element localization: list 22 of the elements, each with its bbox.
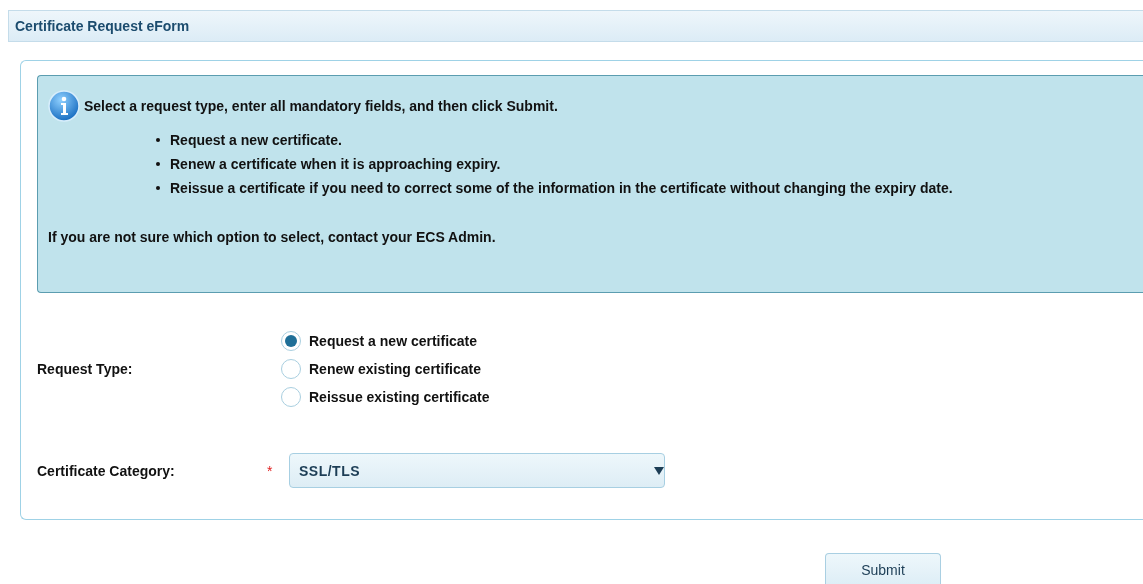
- category-select[interactable]: SSL/TLS: [289, 453, 665, 488]
- radio-button[interactable]: [281, 387, 301, 407]
- bullet-icon: [156, 186, 160, 190]
- submit-button[interactable]: Submit: [825, 553, 941, 584]
- radio-button[interactable]: [281, 331, 301, 351]
- radio-label: Reissue existing certificate: [309, 389, 490, 405]
- bullet-icon: [156, 138, 160, 142]
- info-bullet: Request a new certificate.: [170, 132, 342, 148]
- info-bullet: Renew a certificate when it is approaching expiry.: [170, 156, 501, 172]
- radio-label: Renew existing certificate: [309, 361, 481, 377]
- required-mark: *: [267, 462, 274, 479]
- dropdown-caret-icon: [654, 466, 664, 475]
- radio-button[interactable]: [281, 359, 301, 379]
- info-icon: [48, 90, 80, 122]
- info-bullet: Reissue a certificate if you need to correct some of the information in the certificate without changing the expiry date.: [170, 180, 953, 196]
- info-intro: Select a request type, enter all mandatory fields, and then click Submit.: [84, 98, 558, 114]
- form-title: Certificate Request eForm: [15, 18, 190, 34]
- category-label: Certificate Category:: [37, 462, 176, 479]
- bullet-icon: [156, 162, 160, 166]
- request-type-label: Request Type:: [37, 361, 134, 377]
- info-note: If you are not sure which option to select, contact your ECS Admin.: [48, 229, 496, 245]
- radio-label: Request a new certificate: [309, 333, 478, 349]
